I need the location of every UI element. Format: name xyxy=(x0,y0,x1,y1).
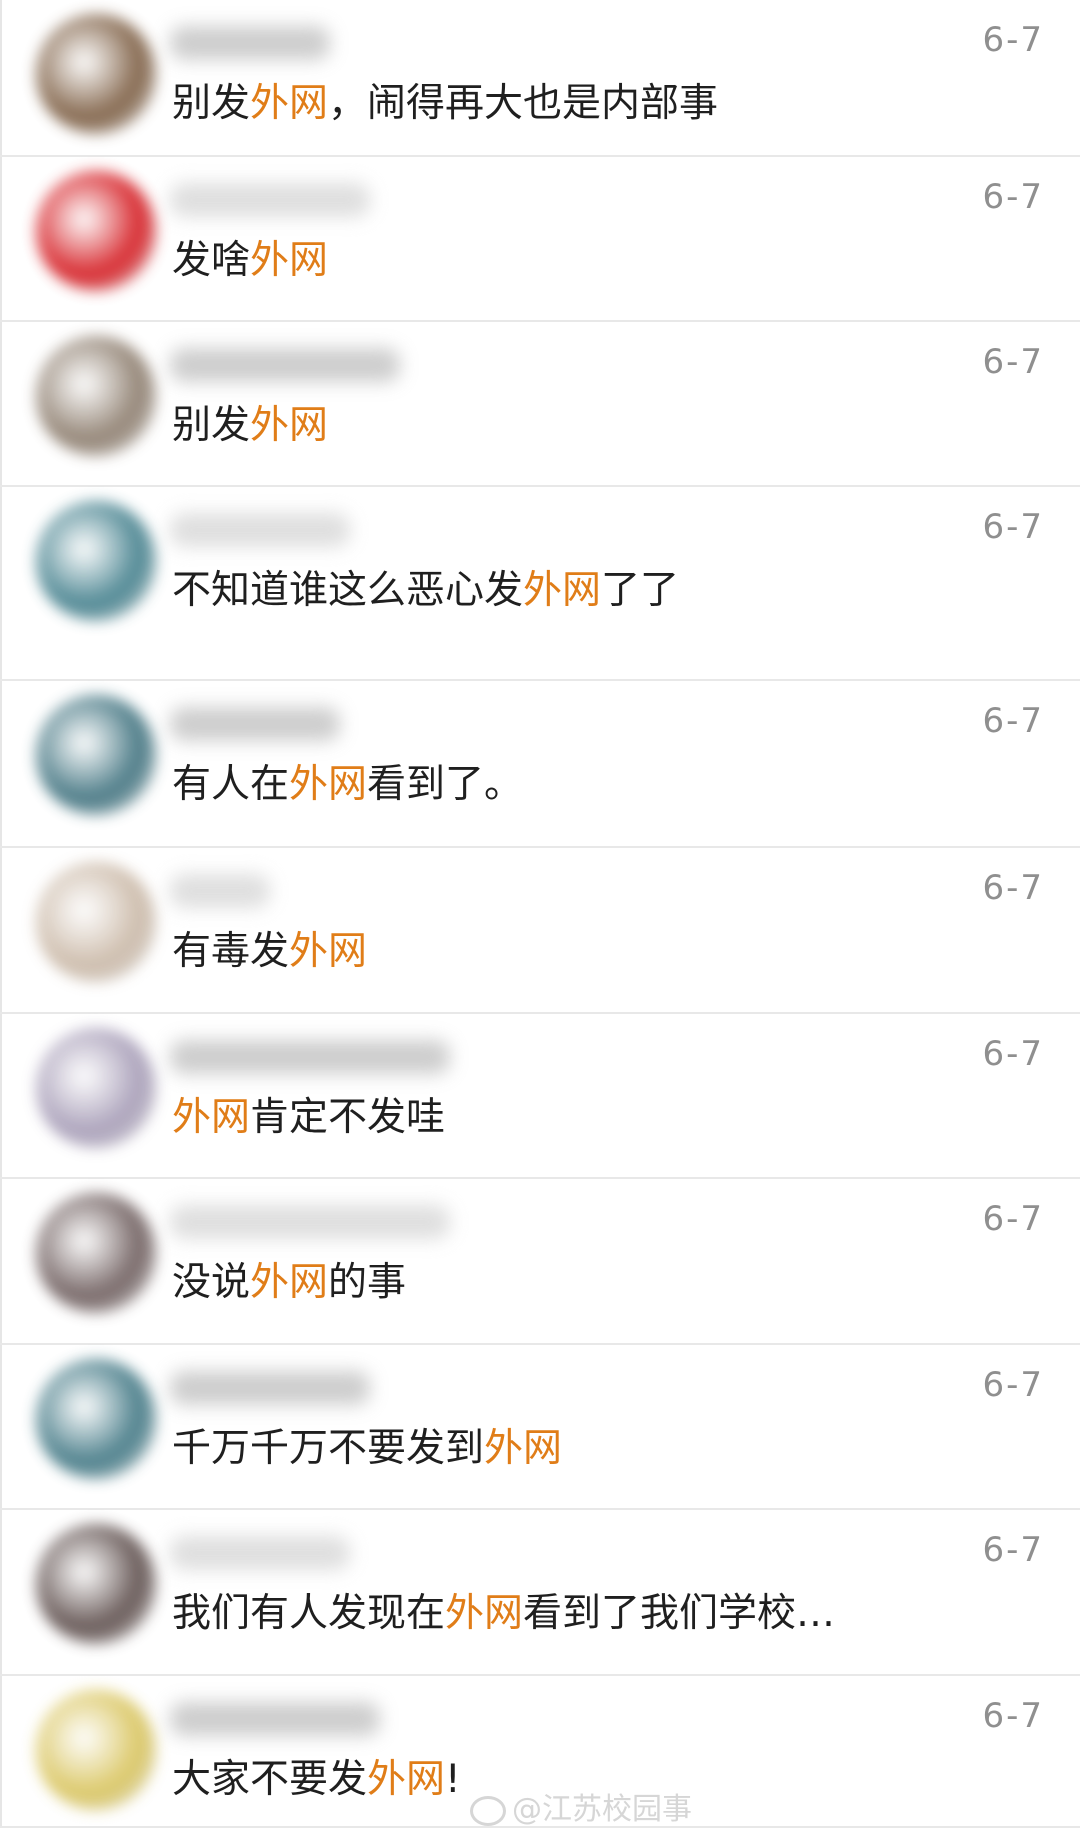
username-blurred[interactable] xyxy=(170,1205,450,1239)
comment-row[interactable]: 6-7 外网肯定不发哇 xyxy=(0,1014,1080,1179)
comment-row[interactable]: 6-7 不知道谁这么恶心发外网了了 xyxy=(0,487,1080,681)
comment-text-part: 不知道谁这么恶心发 xyxy=(172,568,524,613)
avatar[interactable] xyxy=(36,501,156,621)
comment-row[interactable]: 6-7 有毒发外网 xyxy=(0,848,1080,1014)
comment-row[interactable]: 6-7 别发外网 xyxy=(0,322,1080,487)
username-blurred[interactable] xyxy=(170,183,370,217)
username-blurred[interactable] xyxy=(170,1371,370,1405)
comment-text-part: 千万千万不要发到 xyxy=(172,1426,485,1471)
comment-text: 不知道谁这么恶心发外网了了 xyxy=(172,559,679,615)
highlighted-keyword: 外网 xyxy=(250,403,329,448)
avatar[interactable] xyxy=(36,1193,156,1313)
username-blurred[interactable] xyxy=(170,1040,450,1074)
comment-text: 别发外网 xyxy=(172,394,328,450)
comment-text-part: 别发 xyxy=(172,403,251,448)
highlighted-keyword: 外网 xyxy=(172,1095,251,1140)
comment-row[interactable]: 6-7 别发外网，闹得再大也是内部事 xyxy=(0,0,1080,157)
watermark-text: @江苏校园事 xyxy=(512,1792,692,1827)
avatar[interactable] xyxy=(36,695,156,815)
avatar[interactable] xyxy=(36,1359,156,1479)
comment-date: 6-7 xyxy=(982,342,1044,382)
comment-date: 6-7 xyxy=(982,177,1044,217)
comment-row[interactable]: 6-7 有人在外网看到了。 xyxy=(0,681,1080,848)
username-blurred[interactable] xyxy=(170,1536,350,1570)
comment-text-part: ，闹得再大也是内部事 xyxy=(328,81,719,126)
comment-date: 6-7 xyxy=(982,20,1044,60)
comment-row[interactable]: 6-7 千万千万不要发到外网 xyxy=(0,1345,1080,1510)
comment-text-part: 我们有人发现在 xyxy=(172,1591,446,1636)
comment-text: 外网肯定不发哇 xyxy=(172,1086,445,1142)
username-blurred[interactable] xyxy=(170,1702,380,1736)
highlighted-keyword: 外网 xyxy=(250,81,329,126)
comment-text: 我们有人发现在外网看到了我们学校… xyxy=(172,1582,835,1638)
comment-text-part: 看到了我们学校… xyxy=(523,1591,836,1636)
comment-text: 大家不要发外网! xyxy=(172,1748,461,1804)
highlighted-keyword: 外网 xyxy=(484,1426,563,1471)
avatar[interactable] xyxy=(36,862,156,982)
comment-date: 6-7 xyxy=(982,868,1044,908)
highlighted-keyword: 外网 xyxy=(289,929,368,974)
username-blurred[interactable] xyxy=(170,513,350,547)
highlighted-keyword: 外网 xyxy=(250,1260,329,1305)
comment-text-part: 了了 xyxy=(601,568,680,613)
comment-date: 6-7 xyxy=(982,1365,1044,1405)
comment-date: 6-7 xyxy=(982,1530,1044,1570)
comment-text-part: ! xyxy=(445,1757,461,1802)
comment-date: 6-7 xyxy=(982,701,1044,741)
comment-text-part: 大家不要发 xyxy=(172,1757,368,1802)
comment-row[interactable]: 6-7 没说外网的事 xyxy=(0,1179,1080,1345)
comment-date: 6-7 xyxy=(982,1034,1044,1074)
weibo-icon xyxy=(470,1795,506,1826)
comment-text-part: 没说 xyxy=(172,1260,251,1305)
comment-date: 6-7 xyxy=(982,1696,1044,1736)
comment-text-part: 别发 xyxy=(172,81,251,126)
comment-text: 千万千万不要发到外网 xyxy=(172,1417,562,1473)
comment-text: 没说外网的事 xyxy=(172,1251,406,1307)
avatar[interactable] xyxy=(36,1690,156,1810)
weibo-watermark: @江苏校园事 xyxy=(470,1784,692,1828)
comment-row[interactable]: 6-7 发啥外网 xyxy=(0,157,1080,322)
comment-date: 6-7 xyxy=(982,507,1044,547)
avatar[interactable] xyxy=(36,1028,156,1148)
comment-text-part: 发啥 xyxy=(172,238,251,283)
comment-text-part: 看到了。 xyxy=(367,762,524,807)
avatar[interactable] xyxy=(36,171,156,291)
comment-text: 发啥外网 xyxy=(172,229,328,285)
highlighted-keyword: 外网 xyxy=(523,568,602,613)
username-blurred[interactable] xyxy=(170,26,330,60)
avatar[interactable] xyxy=(36,336,156,456)
comment-text: 别发外网，闹得再大也是内部事 xyxy=(172,72,718,128)
comment-date: 6-7 xyxy=(982,1199,1044,1239)
comment-text-part: 肯定不发哇 xyxy=(250,1095,446,1140)
highlighted-keyword: 外网 xyxy=(250,238,329,283)
comment-text: 有人在外网看到了。 xyxy=(172,753,523,809)
highlighted-keyword: 外网 xyxy=(367,1757,446,1802)
highlighted-keyword: 外网 xyxy=(445,1591,524,1636)
username-blurred[interactable] xyxy=(170,707,340,741)
comment-text-part: 有人在 xyxy=(172,762,290,807)
comment-row[interactable]: 6-7 我们有人发现在外网看到了我们学校… xyxy=(0,1510,1080,1676)
username-blurred[interactable] xyxy=(170,348,400,382)
avatar[interactable] xyxy=(36,14,156,134)
comment-text-part: 有毒发 xyxy=(172,929,290,974)
username-blurred[interactable] xyxy=(170,874,270,908)
comment-text-part: 的事 xyxy=(328,1260,407,1305)
comment-text: 有毒发外网 xyxy=(172,920,367,976)
avatar[interactable] xyxy=(36,1524,156,1644)
highlighted-keyword: 外网 xyxy=(289,762,368,807)
